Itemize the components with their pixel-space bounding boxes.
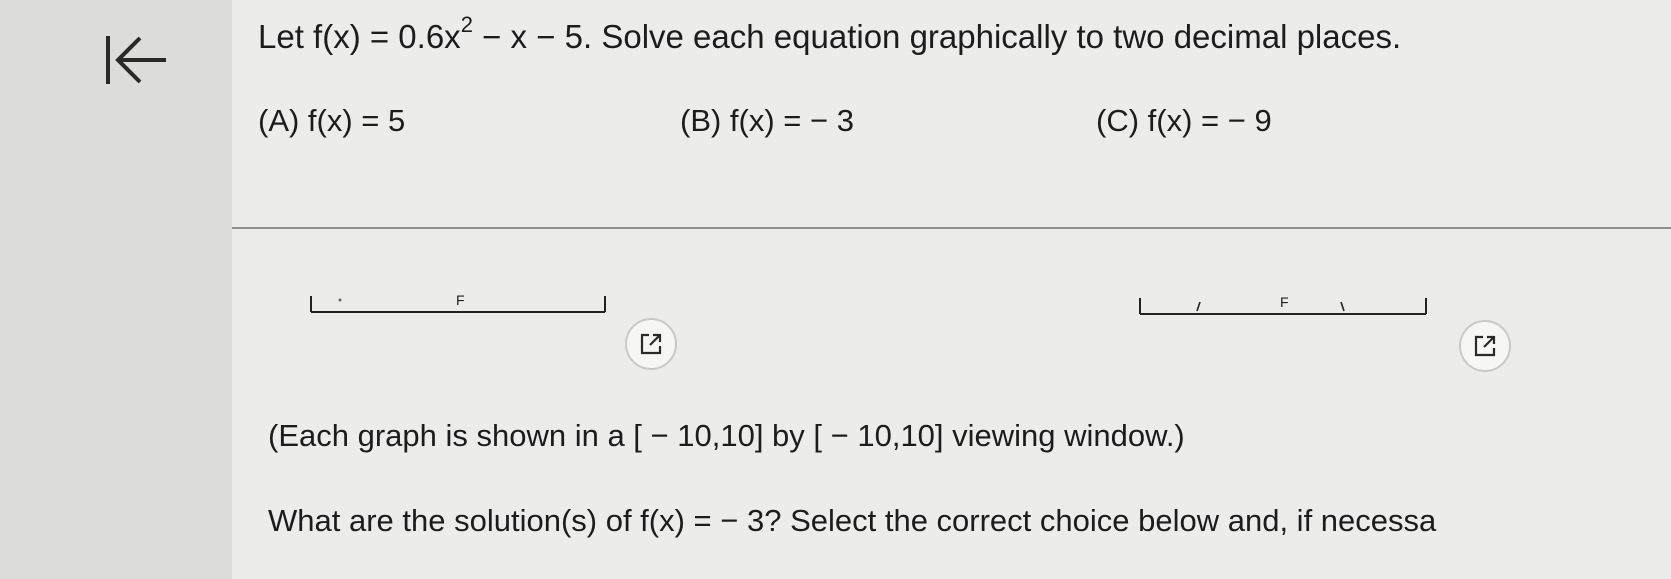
graph-right-label: F xyxy=(1280,294,1289,310)
graph-right: F xyxy=(1137,294,1429,318)
option-a: (A) f(x) = 5 xyxy=(258,103,406,138)
stem-suffix: − x − 5. Solve each equation graphically… xyxy=(472,18,1402,55)
external-link-icon xyxy=(1474,335,1496,357)
viewing-window-note: (Each graph is shown in a [ − 10,10] by … xyxy=(268,418,1185,453)
question-page xyxy=(232,0,1671,579)
question-prompt: What are the solution(s) of f(x) = − 3? … xyxy=(268,503,1437,538)
stem-prefix: Let f(x) = 0.6x xyxy=(258,18,461,55)
enlarge-graph-right-button[interactable] xyxy=(1459,320,1511,372)
option-c: (C) f(x) = − 9 xyxy=(1096,103,1272,138)
collapse-left-icon[interactable] xyxy=(104,28,174,90)
section-divider xyxy=(232,227,1671,229)
question-stem: Let f(x) = 0.6x2 − x − 5. Solve each equ… xyxy=(258,12,1402,56)
option-b: (B) f(x) = − 3 xyxy=(680,103,854,138)
stem-exponent: 2 xyxy=(460,12,473,37)
graph-left: F xyxy=(308,292,608,316)
external-link-icon xyxy=(640,333,662,355)
graph-left-label: F xyxy=(456,292,465,308)
enlarge-graph-left-button[interactable] xyxy=(625,318,677,370)
